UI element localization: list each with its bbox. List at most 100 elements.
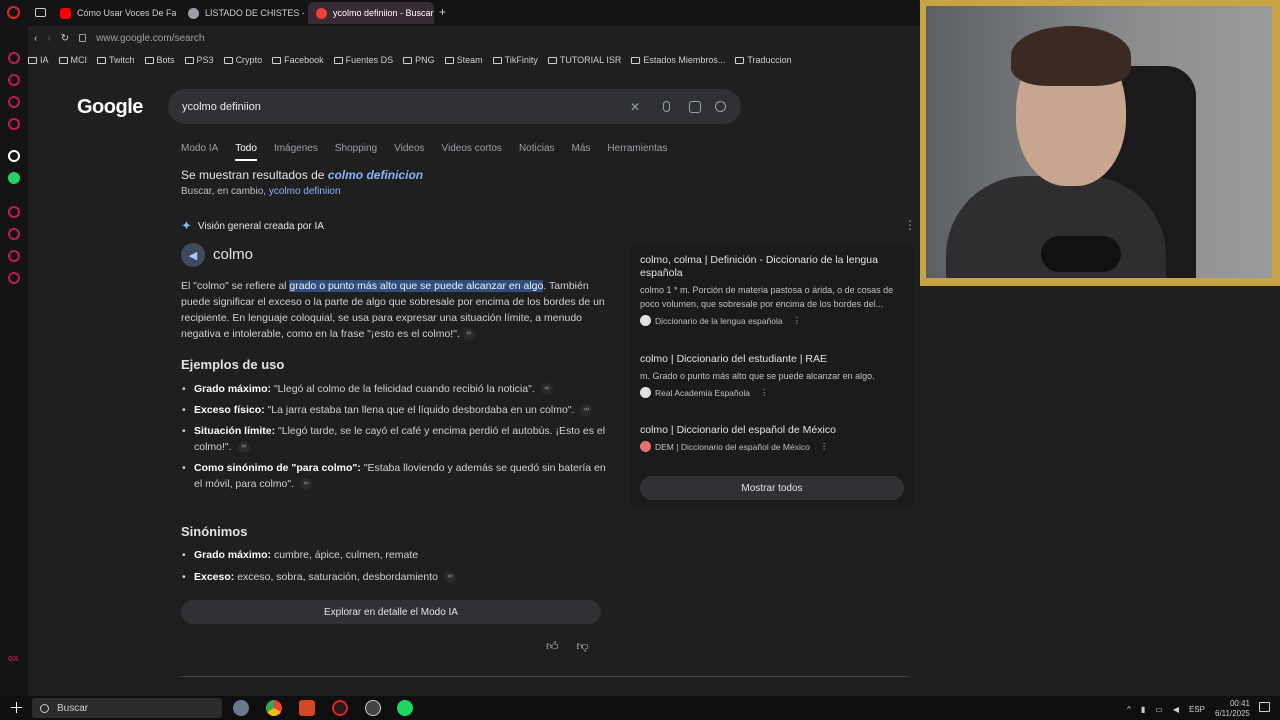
tab-más[interactable]: Más [572, 143, 591, 161]
bookmark-item[interactable]: Estados Miembros... [631, 55, 725, 65]
lock-icon[interactable] [79, 34, 87, 42]
bookmark-item[interactable]: Traduccion [735, 55, 792, 65]
date: 6/11/2025 [1215, 709, 1250, 718]
site-favicon-icon [640, 441, 651, 452]
powerpoint-icon[interactable] [299, 700, 315, 716]
bookmark-item[interactable]: PS3 [184, 55, 214, 65]
bookmark-label: TUTORIAL ISR [559, 55, 622, 65]
tab-videos-cortos[interactable]: Videos cortos [442, 143, 502, 161]
tab-modo-ia[interactable]: Modo IA [181, 143, 218, 161]
tab-google-search[interactable]: ycolmo definiion - Buscar [308, 2, 434, 24]
spotify-icon[interactable] [397, 700, 413, 716]
tab-chistes[interactable]: LISTADO DE CHISTES - E [180, 2, 304, 24]
voice-search-icon[interactable] [663, 101, 670, 112]
gx-icon[interactable]: GX [8, 656, 18, 663]
volume-icon[interactable]: ◀ [1173, 705, 1179, 714]
show-all-button[interactable]: Mostrar todos [640, 476, 904, 500]
search-tabs: Modo IA Todo Imágenes Shopping Videos Videos … [181, 143, 667, 161]
aria-icon[interactable] [8, 150, 20, 162]
reload-icon[interactable]: ↻ [61, 33, 69, 44]
synonym-term: Grado máximo: [194, 549, 272, 561]
speaker-icon[interactable]: ◀ [181, 243, 205, 267]
gemini-sparkle-icon: ✦ [181, 218, 192, 233]
source-title[interactable]: colmo | Diccionario del español de Méxic… [640, 424, 908, 437]
bookmark-item[interactable]: TUTORIAL ISR [547, 55, 622, 65]
tab-switcher-icon[interactable] [35, 8, 46, 17]
more-options-icon[interactable]: ⋮ [904, 218, 916, 232]
link-icon[interactable]: ∞ [300, 478, 313, 491]
back-icon[interactable]: ‹ [34, 33, 37, 44]
search-icon[interactable] [715, 101, 726, 112]
opera-gx-icon[interactable] [332, 700, 348, 716]
whatsapp-icon[interactable] [8, 172, 20, 184]
source-card[interactable]: colmo, colma | Definición - Diccionario … [640, 254, 908, 326]
link-icon[interactable]: ∞ [462, 328, 475, 341]
forward-icon[interactable]: › [47, 33, 50, 44]
source-title[interactable]: colmo, colma | Definición - Diccionario … [640, 254, 908, 280]
synonym-text: exceso, sobra, saturación, desbordamient… [237, 571, 438, 583]
windows-start-icon[interactable] [11, 702, 22, 713]
ai-overview-header: ✦ Visión general creada por IA [181, 218, 324, 234]
tab-todo[interactable]: Todo [235, 143, 257, 161]
tab-youtube[interactable]: Cómo Usar Voces De Fam [52, 2, 176, 24]
network-icon[interactable]: ▭ [1155, 705, 1163, 714]
chrome-icon[interactable] [266, 700, 282, 716]
thumbs-down-icon[interactable]: 👎︎ [577, 639, 589, 654]
history-icon[interactable] [8, 228, 20, 240]
link-icon[interactable]: ∞ [237, 441, 250, 454]
thumbs-up-icon[interactable]: 👍︎ [546, 639, 559, 654]
new-tab-button[interactable]: + [439, 5, 446, 19]
sidebar-icon[interactable] [8, 52, 20, 64]
settings-icon[interactable] [8, 272, 20, 284]
source-card[interactable]: colmo | Diccionario del español de Méxic… [640, 424, 908, 452]
google-logo[interactable]: Google [77, 96, 143, 119]
source-card[interactable]: colmo | Diccionario del estudiante | RAE… [640, 353, 908, 398]
tab-shopping[interactable]: Shopping [335, 143, 377, 161]
bookmark-item[interactable]: Steam [444, 55, 483, 65]
explore-ai-mode-button[interactable]: Explorar en detalle el Modo IA [181, 600, 601, 624]
bookmark-item[interactable]: Fuentes DS [333, 55, 393, 65]
link-icon[interactable]: ∞ [580, 404, 593, 417]
more-options-icon[interactable]: ⋮ [760, 387, 769, 398]
language-indicator[interactable]: ESP [1189, 705, 1205, 714]
url-input[interactable]: www.google.com/search [96, 33, 204, 44]
bookmark-label: Crypto [235, 55, 263, 65]
link-icon[interactable]: ∞ [540, 383, 553, 396]
tab-noticias[interactable]: Noticias [519, 143, 555, 161]
bookmark-item[interactable]: TikFinity [492, 55, 538, 65]
link-icon[interactable]: ∞ [444, 571, 456, 584]
clock[interactable]: 00:41 6/11/2025 [1215, 699, 1250, 719]
tab-label: Cómo Usar Voces De Fam [77, 8, 176, 18]
more-options-icon[interactable]: ⋮ [793, 315, 802, 326]
correction-link[interactable]: colmo definicion [328, 168, 423, 182]
source-origin: Diccionario de la lengua española ⋮ [640, 315, 908, 326]
bookmark-item[interactable]: Bots [144, 55, 175, 65]
sidebar-icon[interactable] [8, 74, 20, 86]
sidebar-icon[interactable] [8, 118, 20, 130]
bookmark-item[interactable]: MCI [58, 55, 87, 65]
bookmark-item[interactable]: Twitch [97, 55, 135, 65]
bookmark-item[interactable]: Crypto [223, 55, 263, 65]
tab-imágenes[interactable]: Imágenes [274, 143, 318, 161]
source-title[interactable]: colmo | Diccionario del estudiante | RAE [640, 353, 908, 366]
app-icon[interactable] [233, 700, 249, 716]
tab-herramientas[interactable]: Herramientas [607, 143, 667, 161]
chevron-up-icon[interactable]: ^ [1127, 705, 1131, 714]
search-instead-link[interactable]: ycolmo definiion [269, 186, 341, 197]
app-icon[interactable] [365, 700, 381, 716]
bookmark-item[interactable]: IA [28, 55, 49, 65]
bookmark-item[interactable]: PNG [403, 55, 435, 65]
clear-icon[interactable]: ✕ [630, 100, 640, 114]
lens-icon[interactable] [689, 100, 701, 113]
notification-icon[interactable] [1259, 702, 1270, 712]
taskbar-search[interactable]: Buscar [32, 698, 222, 718]
microphone-icon[interactable]: ▮ [1141, 705, 1145, 714]
sidebar-icon[interactable] [8, 206, 20, 218]
sidebar-icon[interactable] [8, 250, 20, 262]
opera-logo-icon[interactable] [7, 6, 20, 19]
tab-videos[interactable]: Videos [394, 143, 424, 161]
bookmark-item[interactable]: Facebook [272, 55, 324, 65]
more-options-icon[interactable]: ⋮ [820, 441, 829, 452]
search-input[interactable]: ycolmo definiion [182, 101, 261, 113]
sidebar-icon[interactable] [8, 96, 20, 108]
